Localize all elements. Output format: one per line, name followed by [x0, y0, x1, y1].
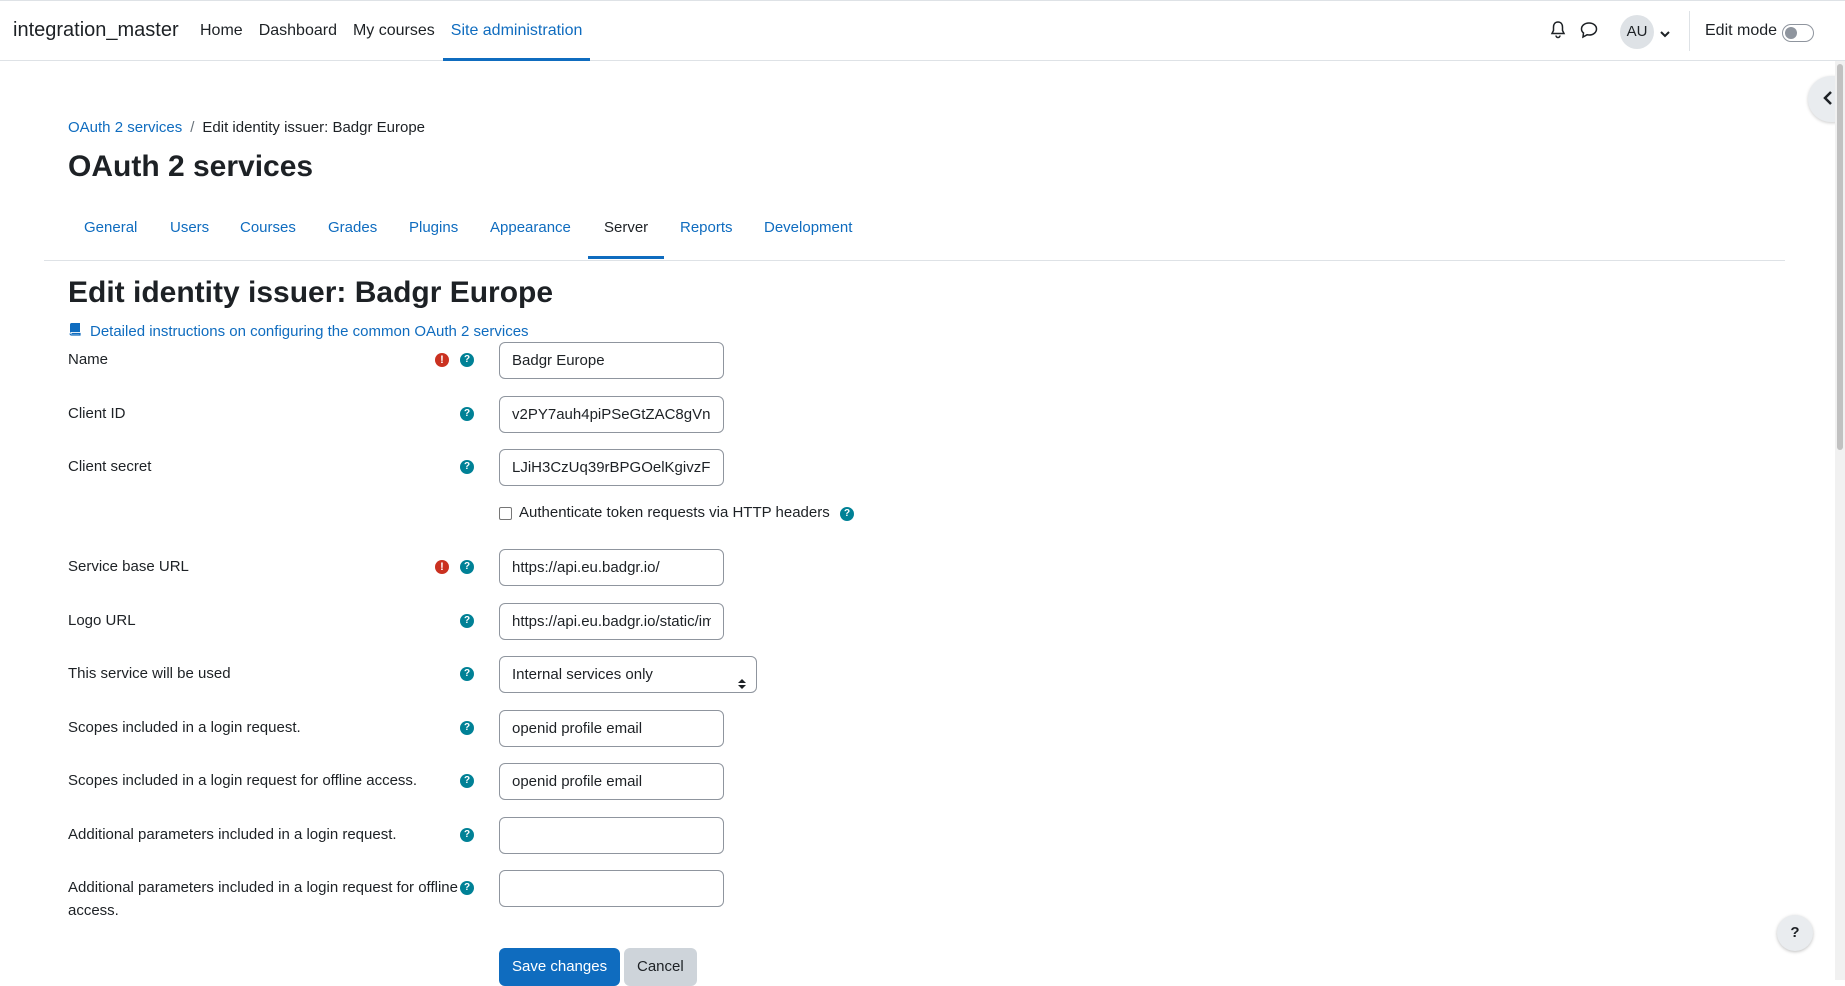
chevron-left-icon [1822, 88, 1834, 113]
service-usage-label: This service will be used [68, 665, 231, 682]
tab-server[interactable]: Server [588, 208, 665, 259]
help-icon[interactable]: ? [460, 460, 474, 474]
name-field[interactable] [499, 342, 724, 379]
user-avatar[interactable]: AU [1620, 15, 1654, 49]
notifications-bell-icon[interactable] [1550, 21, 1566, 44]
page-title: OAuth 2 services [68, 150, 314, 183]
scopes-offline-field[interactable] [499, 763, 724, 800]
additional-params-offline-label: Additional parameters included in a logi… [68, 879, 458, 919]
help-icon[interactable]: ? [460, 614, 474, 628]
tab-appearance[interactable]: Appearance [474, 208, 587, 248]
scopes-field[interactable] [499, 710, 724, 747]
nav-dashboard[interactable]: Dashboard [251, 1, 345, 61]
breadcrumb-current: Edit identity issuer: Badgr Europe [202, 119, 426, 136]
user-menu-chevron-down-icon[interactable] [1660, 25, 1670, 43]
navbar-divider [1689, 11, 1690, 51]
service-usage-select[interactable]: Internal services only [499, 656, 757, 693]
nav-home[interactable]: Home [192, 1, 251, 61]
breadcrumb-oauth2-services[interactable]: OAuth 2 services [68, 119, 182, 136]
help-fab-button[interactable]: ? [1777, 915, 1813, 951]
book-icon [68, 322, 82, 340]
tab-development[interactable]: Development [748, 208, 868, 248]
tab-reports[interactable]: Reports [664, 208, 749, 248]
required-icon: ! [435, 560, 449, 574]
logo-url-label: Logo URL [68, 612, 136, 629]
service-base-url-field[interactable] [499, 549, 724, 586]
top-navbar: integration_master Home Dashboard My cou… [0, 0, 1845, 61]
scopes-offline-label: Scopes included in a login request for o… [68, 772, 418, 789]
help-icon[interactable]: ? [460, 667, 474, 681]
tab-general[interactable]: General [68, 208, 153, 248]
page-scrollbar-thumb[interactable] [1837, 64, 1843, 450]
help-icon[interactable]: ? [460, 560, 474, 574]
tab-users[interactable]: Users [154, 208, 225, 248]
nav-my-courses[interactable]: My courses [345, 1, 443, 61]
documentation-link-text: Detailed instructions on configuring the… [90, 322, 529, 340]
edit-mode-label: Edit mode [1705, 22, 1778, 39]
help-icon[interactable]: ? [460, 353, 474, 367]
help-icon[interactable]: ? [460, 881, 474, 895]
help-icon[interactable]: ? [460, 828, 474, 842]
additional-params-label: Additional parameters included in a logi… [68, 826, 397, 843]
breadcrumb-separator: / [190, 119, 195, 136]
help-icon[interactable]: ? [460, 721, 474, 735]
client-secret-field[interactable] [499, 449, 724, 486]
additional-params-offline-field[interactable] [499, 870, 724, 907]
edit-mode-toggle[interactable] [1782, 24, 1814, 42]
scopes-label: Scopes included in a login request. [68, 719, 301, 736]
client-secret-label: Client secret [68, 458, 152, 475]
nav-site-administration[interactable]: Site administration [442, 1, 591, 61]
select-arrows-icon [738, 668, 746, 703]
help-icon[interactable]: ? [460, 407, 474, 421]
client-id-field[interactable] [499, 396, 724, 433]
service-usage-value: Internal services only [512, 666, 653, 683]
breadcrumb: OAuth 2 services / Edit identity issuer: B… [68, 119, 425, 136]
admin-tabs: General Users Courses Grades Plugins App… [44, 208, 1785, 261]
client-id-label: Client ID [68, 405, 126, 422]
service-base-url-label: Service base URL [68, 558, 189, 575]
site-brand[interactable]: integration_master [13, 19, 179, 42]
required-icon: ! [435, 353, 449, 367]
logo-url-field[interactable] [499, 603, 724, 640]
additional-params-field[interactable] [499, 817, 724, 854]
tab-courses[interactable]: Courses [224, 208, 312, 248]
tab-grades[interactable]: Grades [312, 208, 393, 248]
cancel-button[interactable]: Cancel [624, 948, 697, 986]
help-icon[interactable]: ? [460, 774, 474, 788]
documentation-link[interactable]: Detailed instructions on configuring the… [68, 322, 529, 340]
name-label: Name [68, 351, 109, 368]
messages-chat-icon[interactable] [1580, 21, 1598, 44]
help-icon[interactable]: ? [840, 507, 854, 521]
save-changes-button[interactable]: Save changes [499, 948, 621, 986]
auth-headers-checkbox[interactable] [499, 507, 512, 520]
auth-headers-label[interactable]: Authenticate token requests via HTTP hea… [519, 504, 830, 521]
primary-nav: Home Dashboard My courses Site administr… [192, 1, 591, 61]
form-title: Edit identity issuer: Badgr Europe [68, 276, 554, 309]
tab-plugins[interactable]: Plugins [393, 208, 474, 248]
